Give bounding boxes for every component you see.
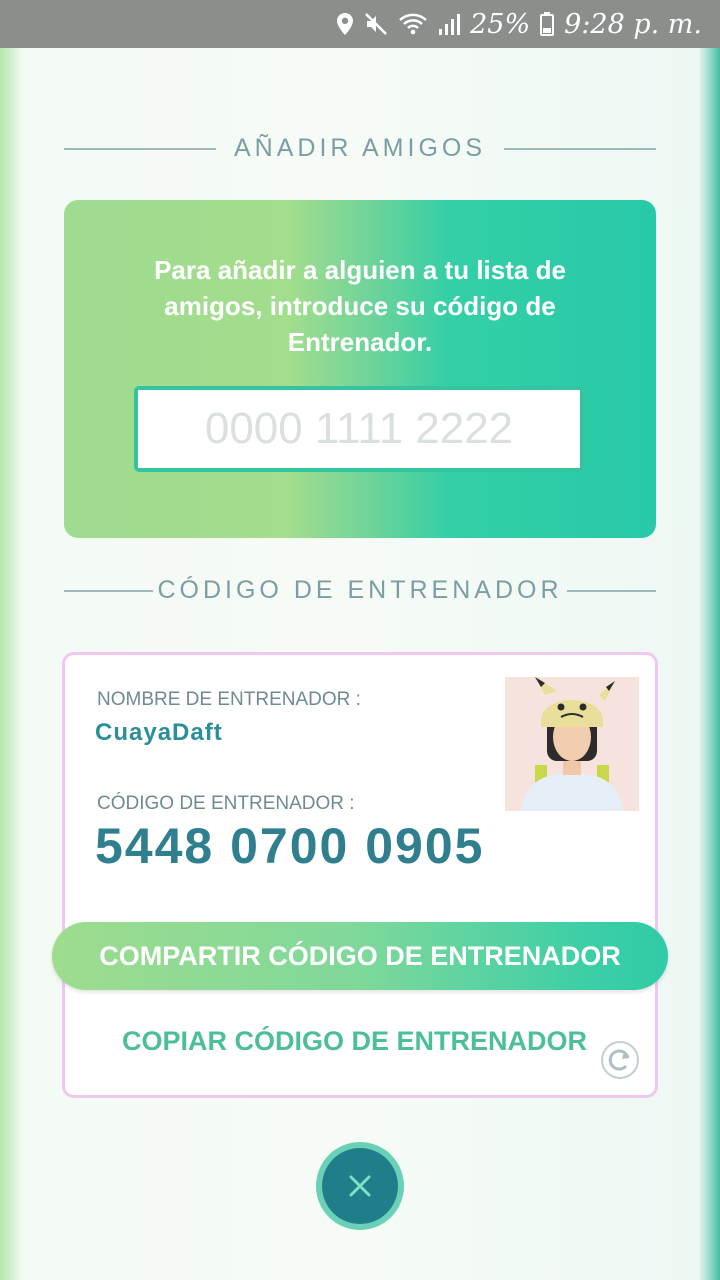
mute-icon: [364, 12, 388, 36]
status-bar: 25% 9:28 p. m.: [0, 0, 720, 48]
battery-icon: [540, 12, 555, 36]
divider-line: [566, 589, 656, 592]
battery-percent: 25%: [470, 8, 531, 40]
close-button-inner: [322, 1148, 398, 1224]
wifi-icon: [398, 12, 428, 36]
trainer-code-input[interactable]: [134, 386, 584, 472]
share-trainer-code-button[interactable]: COMPARTIR CÓDIGO DE ENTRENADOR: [52, 922, 668, 990]
copy-trainer-code-button[interactable]: COPIAR CÓDIGO DE ENTRENADOR: [122, 1026, 587, 1057]
close-icon: [349, 1175, 371, 1197]
trainer-code-value: 5448 0700 0905: [95, 818, 485, 874]
add-friend-card: Para añadir a alguien a tu lista de amig…: [64, 200, 656, 538]
avatar: [505, 677, 639, 811]
trainer-code-header: CÓDIGO DE ENTRENADOR: [64, 576, 656, 605]
clock: 9:28 p. m.: [564, 8, 702, 40]
refresh-icon[interactable]: [600, 1040, 640, 1080]
trainer-code-title: CÓDIGO DE ENTRENADOR: [157, 576, 563, 604]
add-friend-instructions: Para añadir a alguien a tu lista de amig…: [154, 255, 566, 357]
add-friends-header: AÑADIR AMIGOS: [64, 134, 657, 163]
signal-icon: [438, 12, 461, 36]
divider-line: [504, 147, 657, 150]
add-friends-title: AÑADIR AMIGOS: [233, 134, 487, 162]
divider-line: [64, 147, 216, 150]
divider-line: [64, 589, 154, 592]
close-button[interactable]: [316, 1142, 404, 1230]
location-icon: [336, 12, 354, 36]
trainer-code-label: CÓDIGO DE ENTRENADOR :: [97, 793, 355, 814]
trainer-name-label: NOMBRE DE ENTRENADOR :: [97, 689, 361, 710]
trainer-name: CuayaDaft: [95, 719, 223, 746]
